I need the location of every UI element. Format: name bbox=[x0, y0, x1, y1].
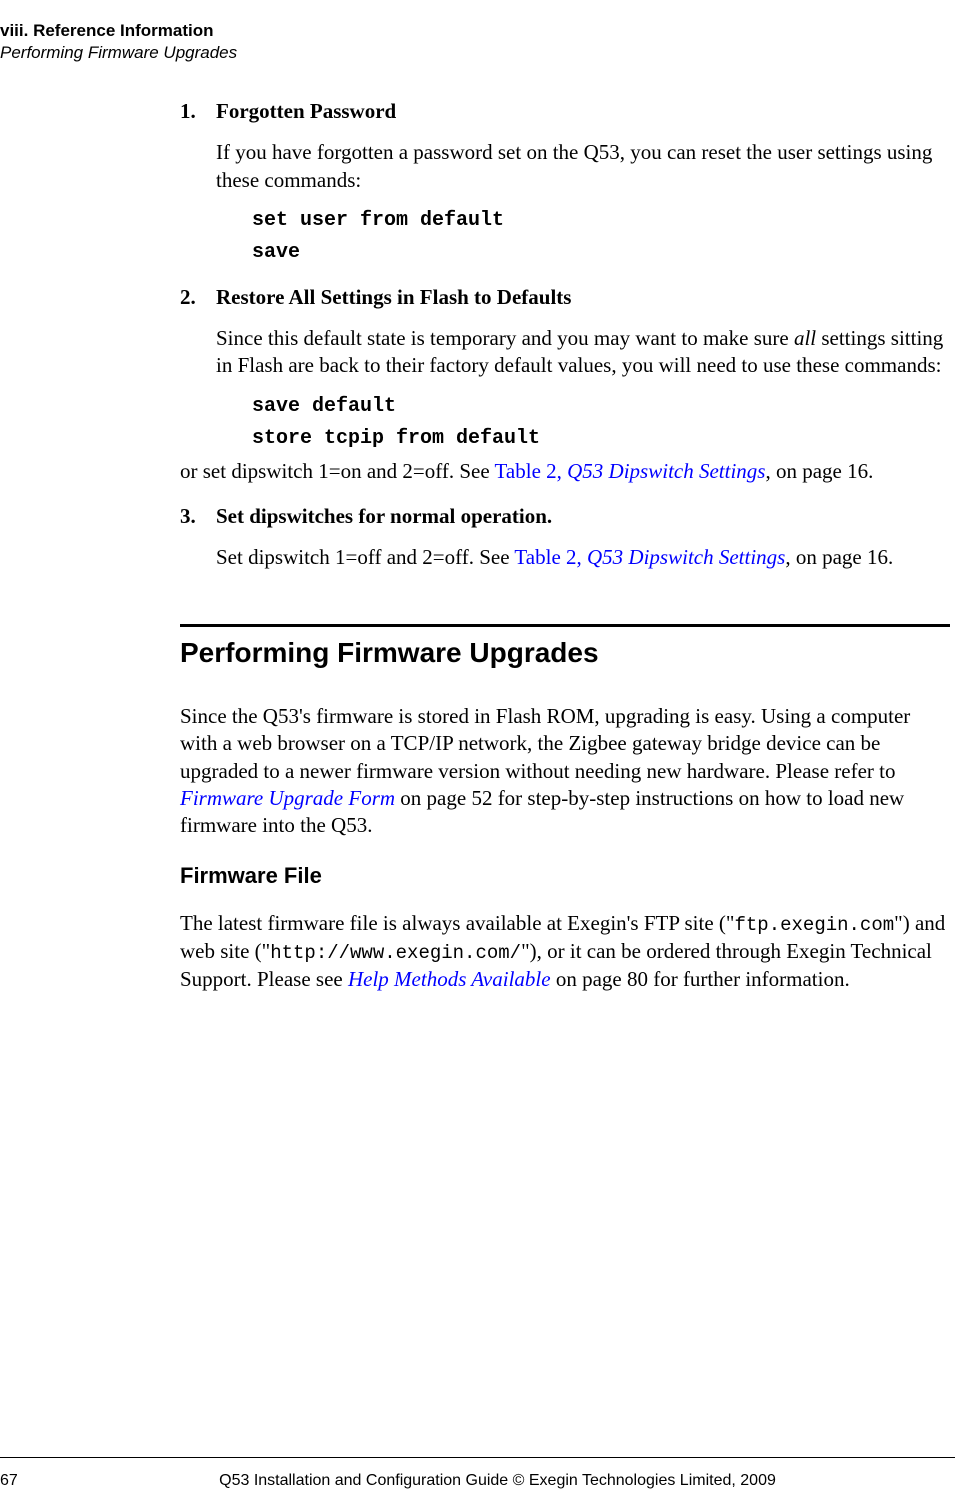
footer-text: Q53 Installation and Configuration Guide… bbox=[40, 1472, 955, 1490]
list-number: 2. bbox=[180, 284, 216, 311]
section-title: Performing Firmware Upgrades bbox=[180, 635, 950, 671]
url-text: ftp.exegin.com bbox=[735, 914, 895, 936]
url-text: http://www.exegin.com/ bbox=[270, 942, 521, 964]
cross-ref-link[interactable]: Help Methods Available bbox=[348, 967, 551, 991]
section-rule bbox=[180, 624, 950, 627]
body-text: Since this default state is temporary an… bbox=[216, 325, 950, 380]
code-line: save default bbox=[252, 394, 950, 420]
cross-ref-link[interactable]: Firmware Upgrade Form bbox=[180, 786, 395, 810]
numbered-list: 1. Forgotten Password If you have forgot… bbox=[180, 98, 950, 572]
list-number: 1. bbox=[180, 98, 216, 125]
code-line: save bbox=[252, 240, 950, 266]
body-text: Since the Q53's firmware is stored in Fl… bbox=[180, 703, 950, 839]
list-item: 3. Set dipswitches for normal operation.… bbox=[180, 503, 950, 572]
code-line: store tcpip from default bbox=[252, 426, 950, 452]
body-text: Set dipswitch 1=off and 2=off. See Table… bbox=[216, 544, 950, 571]
list-title: Restore All Settings in Flash to Default… bbox=[216, 284, 571, 311]
cross-ref-link[interactable]: Q53 Dipswitch Settings bbox=[567, 459, 765, 483]
cross-ref-link[interactable]: Q53 Dipswitch Settings bbox=[587, 545, 785, 569]
list-item: 2. Restore All Settings in Flash to Defa… bbox=[180, 284, 950, 485]
page-footer: 67 Q53 Installation and Configuration Gu… bbox=[0, 1472, 955, 1490]
body-text: The latest firmware file is always avail… bbox=[180, 910, 950, 993]
page-number: 67 bbox=[0, 1472, 40, 1490]
body-text: If you have forgotten a password set on … bbox=[216, 139, 950, 194]
cross-ref-link[interactable]: Table 2, bbox=[514, 545, 587, 569]
footer-rule bbox=[0, 1457, 955, 1458]
cross-ref-link[interactable]: Table 2, bbox=[495, 459, 568, 483]
chapter-label: viii. Reference Information bbox=[0, 20, 237, 42]
section-label: Performing Firmware Upgrades bbox=[0, 42, 237, 64]
list-number: 3. bbox=[180, 503, 216, 530]
body-text: or set dipswitch 1=on and 2=off. See Tab… bbox=[180, 458, 950, 485]
list-title: Set dipswitches for normal operation. bbox=[216, 503, 552, 530]
running-header: viii. Reference Information Performing F… bbox=[0, 20, 237, 64]
subsection-title: Firmware File bbox=[180, 862, 950, 891]
list-title: Forgotten Password bbox=[216, 98, 396, 125]
list-item: 1. Forgotten Password If you have forgot… bbox=[180, 98, 950, 266]
code-line: set user from default bbox=[252, 208, 950, 234]
